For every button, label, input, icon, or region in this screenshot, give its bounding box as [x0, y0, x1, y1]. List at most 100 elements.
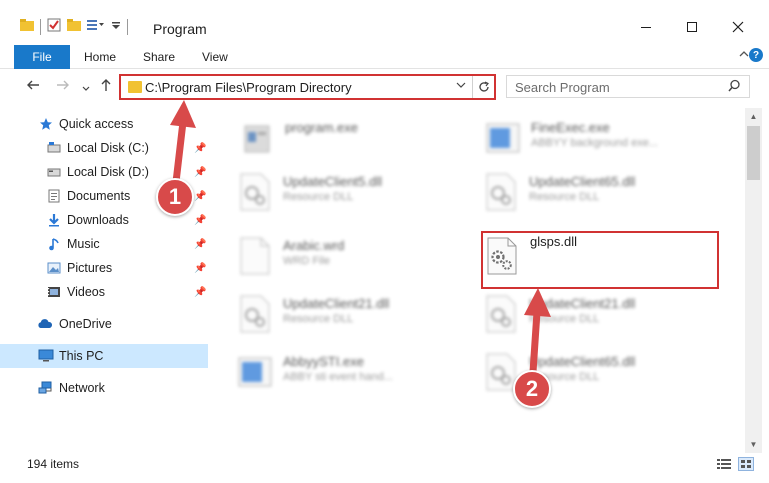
address-path[interactable]: C:\Program Files\Program Directory: [145, 80, 352, 95]
sidebar-item-pictures[interactable]: Pictures 📌: [0, 256, 208, 280]
list-item[interactable]: AbbyySTI.exe ABBY sti event hand...: [237, 348, 467, 396]
pin-icon[interactable]: 📌: [194, 143, 206, 154]
file-description: Resource DLL: [283, 191, 354, 203]
sidebar-item-this-pc[interactable]: This PC: [0, 344, 208, 368]
chevron-down-icon: [82, 86, 90, 91]
properties-icon[interactable]: [47, 18, 61, 35]
list-item[interactable]: UpdateClient5.dll Resource DLL: [237, 168, 467, 216]
sidebar-item-label: Quick access: [59, 117, 134, 131]
sidebar-item-label: Videos: [67, 285, 105, 299]
maximize-button[interactable]: [672, 14, 712, 40]
file-description: ABBYY background exe...: [531, 137, 658, 149]
sidebar-item-network[interactable]: Network: [0, 376, 208, 400]
step-1-callout: 1: [156, 178, 194, 216]
dll-file-icon: [486, 295, 516, 333]
scroll-up-arrow-icon[interactable]: ▲: [745, 108, 762, 125]
file-description: Resource DLL: [529, 313, 600, 325]
file-description: Resource DLL: [283, 313, 354, 325]
pin-icon[interactable]: 📌: [194, 263, 206, 274]
scroll-down-arrow-icon[interactable]: ▼: [745, 436, 762, 453]
address-history-button[interactable]: [456, 80, 466, 92]
pictures-icon: [46, 261, 62, 275]
exe-file-icon: [244, 125, 270, 153]
file-description: WRD File: [283, 255, 331, 267]
vertical-scrollbar[interactable]: ▲ ▼: [745, 108, 762, 453]
file-description: Resource DLL: [529, 191, 600, 203]
list-item[interactable]: FineExec.exe ABBYY background exe...: [485, 114, 725, 162]
forward-button[interactable]: [56, 78, 70, 96]
sidebar-item-local-disk-c[interactable]: Local Disk (C:) 📌: [0, 136, 208, 160]
new-folder-icon[interactable]: [67, 19, 81, 34]
expand-ribbon-icon[interactable]: [739, 49, 749, 61]
computer-icon: [38, 349, 54, 363]
file-name: Arabic.wrd: [283, 238, 345, 253]
quick-access-toolbar: [20, 18, 128, 35]
download-icon: [46, 213, 62, 227]
back-arrow-icon: [27, 80, 39, 90]
list-item[interactable]: program.exe: [239, 114, 469, 162]
toolbar-separator: [40, 18, 41, 35]
tiles-view-icon[interactable]: [738, 457, 754, 471]
address-bar[interactable]: C:\Program Files\Program Directory: [119, 74, 496, 100]
list-item[interactable]: UpdateClient21.dll Resource DLL: [237, 290, 467, 338]
file-name: UpdateClient21.dll: [529, 296, 636, 311]
help-icon[interactable]: ?: [749, 48, 763, 62]
file-name: FineExec.exe: [531, 120, 610, 135]
music-icon: [46, 237, 62, 251]
generic-file-icon: [240, 237, 270, 275]
sidebar-item-quick-access[interactable]: Quick access: [0, 112, 208, 136]
tab-view[interactable]: View: [202, 45, 228, 69]
sidebar-item-label: Music: [67, 237, 100, 251]
refresh-button[interactable]: [472, 76, 494, 98]
tab-share[interactable]: Share: [143, 45, 175, 69]
pin-icon[interactable]: 📌: [194, 167, 206, 178]
tab-home[interactable]: Home: [84, 45, 116, 69]
sidebar-item-music[interactable]: Music 📌: [0, 232, 208, 256]
star-icon: [38, 117, 54, 131]
maximize-icon: [687, 22, 697, 32]
network-icon: [38, 381, 54, 395]
sidebar-item-label: Pictures: [67, 261, 113, 275]
customize-toolbar-icon[interactable]: [87, 19, 105, 34]
close-button[interactable]: [718, 14, 758, 40]
drive-icon: [46, 165, 62, 179]
tab-file[interactable]: File: [14, 45, 70, 69]
list-item[interactable]: Arabic.wrd WRD File: [237, 232, 467, 280]
file-name: UpdateClient21.dll: [283, 296, 390, 311]
search-box[interactable]: Search Program: [506, 75, 750, 98]
search-icon[interactable]: [728, 79, 741, 95]
chevron-down-icon: [456, 82, 466, 88]
minimize-icon: [641, 27, 651, 28]
sidebar-item-videos[interactable]: Videos 📌: [0, 280, 208, 304]
pin-icon[interactable]: 📌: [194, 191, 206, 202]
dll-file-icon: [240, 295, 270, 333]
sidebar-item-label: Network: [59, 381, 105, 395]
up-arrow-icon: [101, 79, 111, 91]
exe-file-icon: [486, 123, 520, 153]
up-button[interactable]: [99, 78, 113, 96]
list-item[interactable]: UpdateClient65.dll Resource DLL: [483, 168, 723, 216]
search-placeholder[interactable]: Search Program: [515, 80, 610, 95]
scrollbar-thumb[interactable]: [747, 126, 760, 180]
sidebar-item-label: This PC: [59, 349, 104, 363]
refresh-icon: [478, 81, 489, 92]
file-name: program.exe: [285, 120, 358, 135]
sidebar-item-onedrive[interactable]: OneDrive: [0, 312, 208, 336]
list-item[interactable]: UpdateClient21.dll Resource DLL: [483, 290, 723, 338]
cloud-icon: [37, 317, 53, 331]
ribbon: File Home Share View ?: [0, 45, 769, 69]
pin-icon[interactable]: 📌: [194, 215, 206, 226]
back-button[interactable]: [26, 78, 40, 96]
folder-icon[interactable]: [20, 19, 34, 34]
pin-icon[interactable]: 📌: [194, 239, 206, 250]
minimize-button[interactable]: [626, 14, 666, 40]
toolbar-separator: [127, 18, 128, 35]
sidebar-item-label: OneDrive: [59, 317, 112, 331]
sidebar-item-label: Local Disk (C:): [67, 141, 149, 155]
status-bar: 194 items: [0, 453, 769, 483]
recent-locations-button[interactable]: [82, 80, 90, 97]
dropdown-arrow-icon[interactable]: [111, 20, 121, 34]
details-view-icon[interactable]: [716, 457, 732, 471]
pin-icon[interactable]: 📌: [194, 287, 206, 298]
dll-file-icon: [240, 173, 270, 211]
